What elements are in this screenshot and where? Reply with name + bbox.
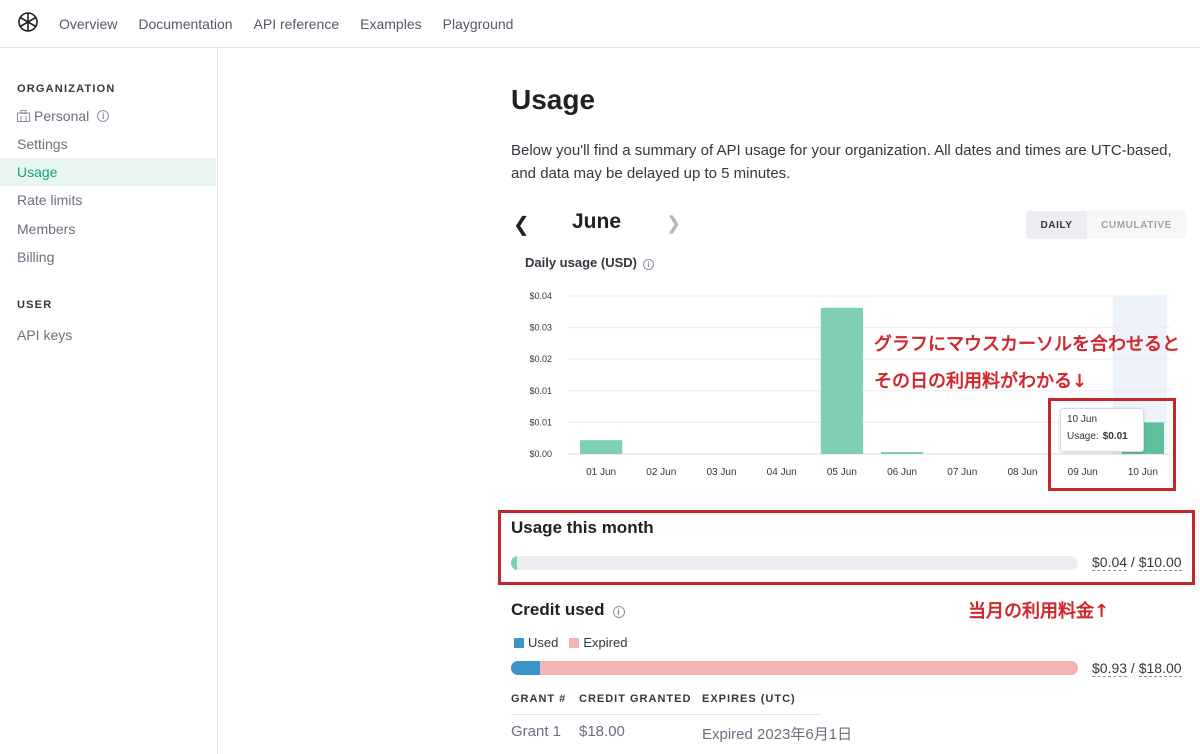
chart-x-tick-label: 03 Jun bbox=[706, 467, 736, 478]
toggle-daily[interactable]: DAILY bbox=[1026, 211, 1087, 239]
nav-examples[interactable]: Examples bbox=[360, 16, 421, 32]
usage-amount: $0.04 / $10.00 bbox=[1092, 554, 1182, 571]
chart-x-tick-label: 02 Jun bbox=[646, 467, 676, 478]
org-selector[interactable]: Personal i bbox=[17, 108, 110, 124]
info-icon[interactable]: i bbox=[642, 259, 654, 270]
page-description: Below you'll find a summary of API usage… bbox=[511, 142, 1172, 182]
view-toggle: DAILY CUMULATIVE bbox=[1026, 211, 1186, 239]
chart-x-tick-label: 04 Jun bbox=[767, 467, 797, 478]
credit-amount: $0.93 / $18.00 bbox=[1092, 660, 1182, 677]
sidebar-item-billing[interactable]: Billing bbox=[0, 243, 216, 271]
sidebar-item-rate-limits[interactable]: Rate limits bbox=[0, 186, 216, 214]
credit-expired-fill bbox=[511, 661, 1078, 675]
legend-used: Used bbox=[528, 635, 559, 650]
page-title: Usage bbox=[511, 84, 596, 115]
usage-limit: $10.00 bbox=[1138, 554, 1182, 571]
chart-x-tick-label: 01 Jun bbox=[586, 467, 616, 478]
nav-overview[interactable]: Overview bbox=[59, 16, 117, 32]
annotation-chart-line1: グラフにマウスカーソルを合わせると bbox=[874, 334, 1180, 355]
top-nav: Overview Documentation API reference Exa… bbox=[0, 0, 1200, 48]
sidebar-item-usage[interactable]: Usage bbox=[0, 158, 216, 186]
usage-used: $0.04 bbox=[1092, 554, 1128, 571]
grant-cell-amount: $18.00 bbox=[579, 723, 625, 740]
grants-header-grant: GRANT # bbox=[511, 693, 567, 705]
grants-header-expires: EXPIRES (UTC) bbox=[702, 693, 796, 705]
credit-used: $0.93 bbox=[1092, 660, 1128, 677]
annotation-box-tooltip bbox=[1048, 398, 1176, 491]
chart-y-tick-label: $0.01 bbox=[529, 386, 552, 396]
grants-divider bbox=[511, 714, 821, 715]
usage-month-title: Usage this month bbox=[511, 518, 654, 537]
sidebar-item-members[interactable]: Members bbox=[0, 215, 216, 243]
legend-swatch-used bbox=[514, 637, 524, 648]
sidebar-item-api-keys[interactable]: API keys bbox=[0, 321, 216, 349]
building-icon bbox=[17, 110, 30, 122]
chevron-right-icon[interactable]: ❯ bbox=[666, 213, 681, 234]
org-name: Personal bbox=[34, 108, 90, 124]
grant-cell-expires: Expired 2023年6月1日 bbox=[702, 726, 853, 743]
chart-x-tick-label: 07 Jun bbox=[947, 467, 977, 478]
legend-swatch-expired bbox=[569, 637, 580, 648]
nav-playground[interactable]: Playground bbox=[443, 16, 514, 32]
nav-api-reference[interactable]: API reference bbox=[254, 16, 340, 32]
credit-progress-bar bbox=[511, 661, 1078, 675]
month-label: June bbox=[572, 210, 622, 233]
nav-documentation[interactable]: Documentation bbox=[138, 16, 232, 32]
chart-bar[interactable] bbox=[580, 440, 623, 454]
grants-header-credit: CREDIT GRANTED bbox=[579, 693, 692, 705]
chart-y-tick-label: $0.00 bbox=[529, 449, 552, 459]
credit-total: $18.00 bbox=[1138, 660, 1182, 677]
credit-used-fill bbox=[511, 661, 541, 675]
credit-title: Credit used i bbox=[511, 600, 625, 620]
chart-y-tick-label: $0.01 bbox=[529, 417, 552, 427]
sidebar: ORGANIZATION Personal i Settings Usage R… bbox=[0, 48, 218, 754]
org-heading: ORGANIZATION bbox=[17, 83, 116, 95]
usage-progress-bar bbox=[511, 556, 1078, 570]
chart-y-tick-label: $0.02 bbox=[529, 354, 552, 364]
chart-bar[interactable] bbox=[820, 307, 863, 454]
chart-x-tick-label: 08 Jun bbox=[1007, 467, 1037, 478]
chart-bar[interactable] bbox=[881, 452, 924, 454]
usage-progress-fill bbox=[511, 556, 517, 570]
credit-legend: Used Expired bbox=[514, 635, 627, 650]
toggle-cumulative[interactable]: CUMULATIVE bbox=[1087, 211, 1186, 239]
info-icon[interactable]: i bbox=[612, 606, 625, 618]
chart-y-tick-label: $0.04 bbox=[529, 291, 552, 301]
chart-y-tick-label: $0.03 bbox=[529, 323, 552, 333]
annotation-month-note: 当月の利用料金↑ bbox=[968, 601, 1110, 622]
chart-x-tick-label: 06 Jun bbox=[887, 467, 917, 478]
sidebar-item-settings[interactable]: Settings bbox=[0, 130, 216, 158]
chevron-left-icon[interactable]: ❮ bbox=[513, 212, 530, 237]
chart-x-tick-label: 05 Jun bbox=[827, 467, 857, 478]
info-icon[interactable]: i bbox=[97, 110, 110, 122]
grant-cell-id: Grant 1 bbox=[511, 723, 562, 740]
credit-title-text: Credit used bbox=[511, 600, 605, 619]
nav-links: Overview Documentation API reference Exa… bbox=[59, 0, 534, 48]
chart-title-text: Daily usage (USD) bbox=[525, 255, 637, 270]
openai-logo-icon[interactable] bbox=[16, 10, 40, 34]
user-heading: USER bbox=[17, 299, 53, 311]
annotation-chart-line2: その日の利用料がわかる↓ bbox=[874, 371, 1088, 392]
chart-title: Daily usage (USD) i bbox=[525, 255, 654, 270]
legend-expired: Expired bbox=[583, 635, 628, 650]
